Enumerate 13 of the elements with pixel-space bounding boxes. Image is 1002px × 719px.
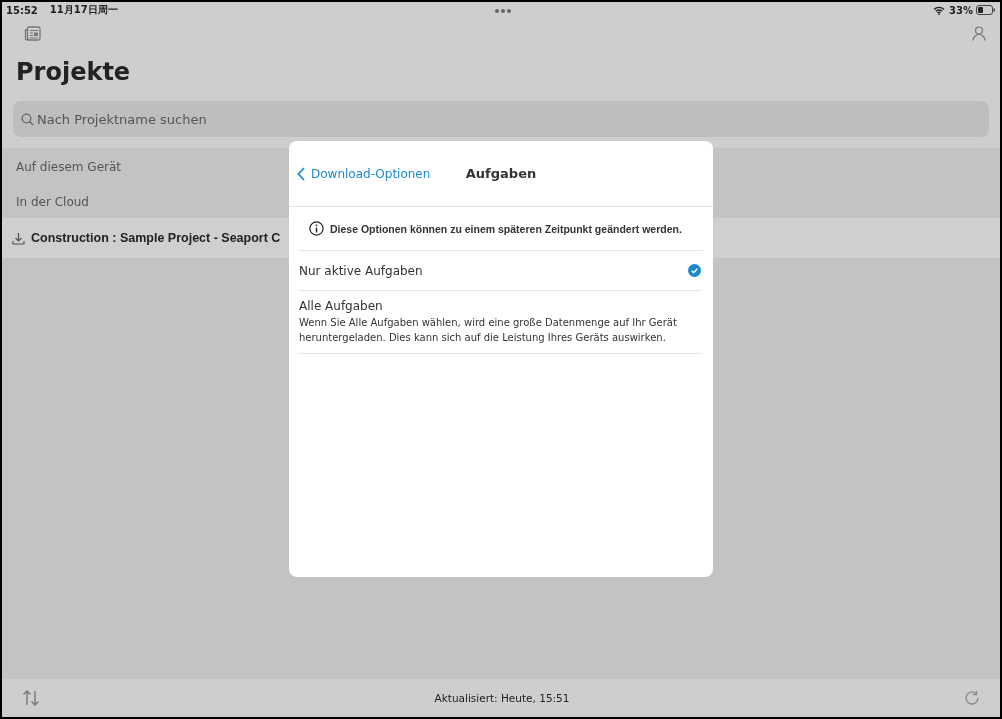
updated-text: Aktualisiert: Heute, 15:51	[434, 692, 570, 704]
info-text: Diese Optionen können zu einem späteren Zeitpunkt geändert werden.	[330, 222, 682, 235]
dialog-title: Aufgaben	[465, 166, 537, 181]
project-name: Construction : Sample Project - Seaport C	[31, 231, 281, 245]
battery-percent: 33%	[949, 4, 973, 16]
status-time: 15:52	[6, 4, 38, 16]
option-description: Wenn Sie Alle Aufgaben wählen, wird eine große Datenmenge auf Ihr Gerät heruntergeladen. Dies kann sich auf die Leistung Ihres Geräts auswirken.	[299, 316, 678, 345]
option-label: Alle Aufgaben	[299, 299, 384, 313]
section-header: In der Cloud	[16, 195, 89, 209]
option-label: Nur aktive Aufgaben	[299, 263, 424, 278]
page-title: Projekte	[16, 58, 132, 88]
section-header: Auf diesem Gerät	[16, 160, 121, 174]
status-date: 11月17日周一	[49, 3, 118, 17]
